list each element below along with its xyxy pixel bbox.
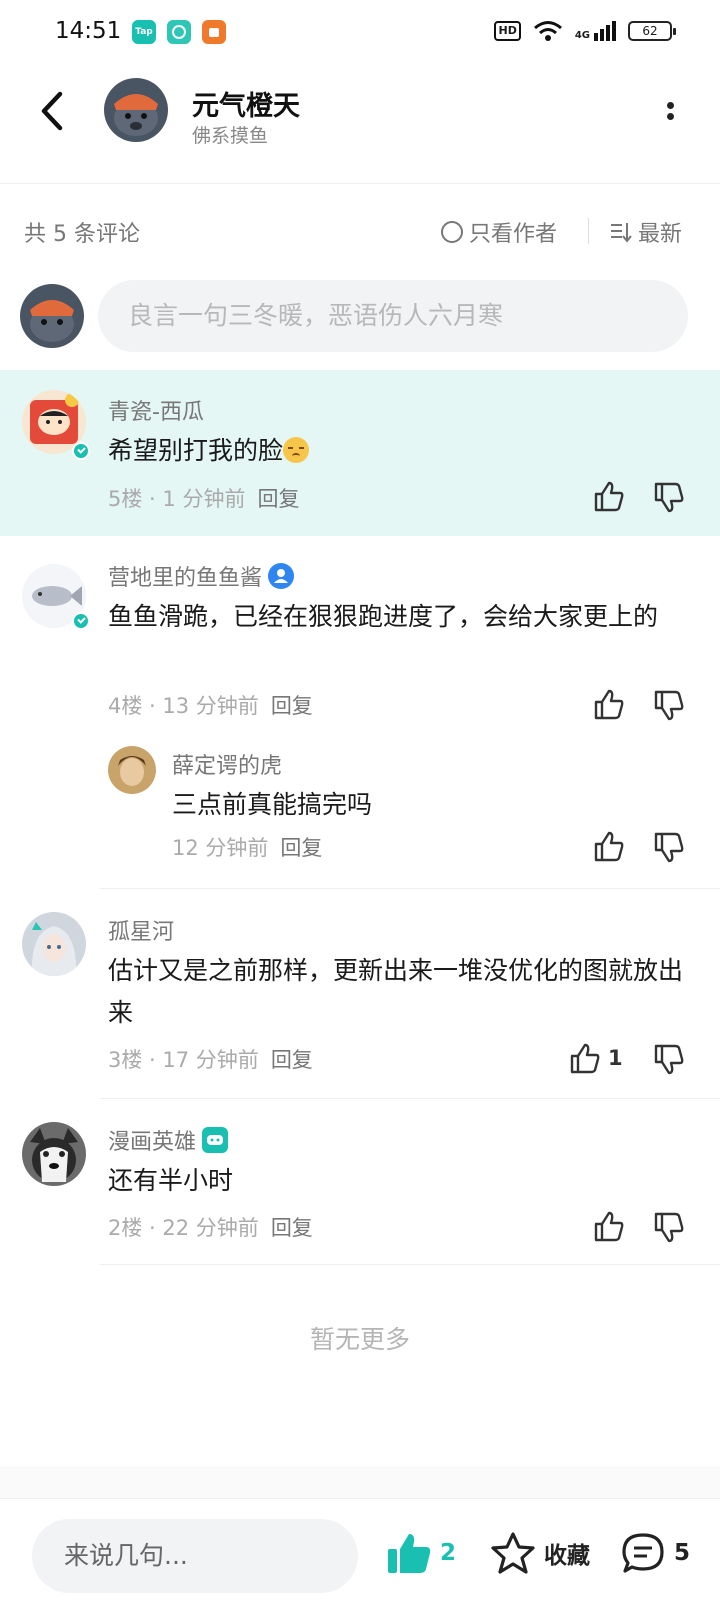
sort-label: 最新 — [638, 222, 683, 247]
author-only-toggle[interactable]: 只看作者 — [441, 216, 557, 248]
dislike-icon[interactable] — [652, 688, 686, 722]
sort-toggle[interactable]: 最新 — [610, 216, 682, 248]
dislike-icon[interactable] — [652, 1210, 686, 1244]
comment-text: 鱼鱼滑跪，已经在狠狠跑进度了，会给大家更上的 — [108, 602, 659, 631]
comment-item: 营地里的鱼鱼酱 鱼鱼滑跪，已经在狠狠跑进度了，会给大家更上的 4楼 · 13 分… — [0, 536, 720, 890]
author-only-label: 只看作者 — [469, 222, 558, 247]
commenter-name[interactable]: 营地里的鱼鱼酱 — [108, 560, 295, 592]
my-avatar — [20, 284, 84, 348]
reply-text: 三点前真能搞完吗 — [172, 790, 373, 819]
commenter-name[interactable]: 青瓷-西瓜 — [108, 394, 204, 426]
comment-filter-bar: 共 5 条评论 只看作者 最新 — [0, 212, 720, 252]
favorite-button[interactable]: 收藏 — [490, 1531, 590, 1575]
replier-name[interactable]: 薛定谔的虎 — [172, 748, 282, 780]
favorite-label: 收藏 — [544, 1543, 590, 1569]
like-icon[interactable] — [568, 1042, 602, 1076]
back-arrow-icon[interactable] — [34, 88, 74, 134]
status-bar: 14:51 Tap HD 4G 62 — [0, 0, 720, 66]
verified-badge-icon — [72, 612, 90, 630]
dislike-icon[interactable] — [652, 830, 686, 864]
commenter-avatar[interactable] — [22, 1122, 86, 1186]
comment-input[interactable]: 良言一句三冬暖，恶语伤人六月寒 — [98, 280, 688, 352]
verified-badge-icon — [72, 442, 90, 460]
official-badge-icon — [268, 563, 295, 589]
post-like-count: 2 — [440, 1540, 457, 1566]
comment-count: 共 5 条评论 — [24, 222, 140, 247]
reply-meta: 12 分钟前 回复 — [172, 836, 323, 860]
status-time: 14:51 — [55, 18, 122, 44]
comment-item: 漫画英雄 还有半小时 2楼 · 22 分钟前 回复 — [0, 1100, 720, 1266]
taptap-app-icon: Tap — [132, 20, 156, 44]
post-header: 元气橙天 佛系摸鱼 — [0, 66, 720, 184]
bottom-action-bar: 来说几句... 2 收藏 5 — [0, 1498, 720, 1612]
reply-button[interactable]: 回复 — [271, 1216, 313, 1240]
like-icon[interactable] — [592, 1210, 626, 1244]
bottom-comment-input[interactable]: 来说几句... — [32, 1519, 358, 1593]
commenter-avatar[interactable] — [22, 912, 86, 976]
comment-meta: 5楼 · 1 分钟前 回复 — [108, 487, 300, 511]
comment-bubble-icon — [622, 1533, 664, 1573]
like-icon[interactable] — [592, 480, 626, 514]
bottom-separator — [0, 1466, 720, 1498]
game-app-icon — [202, 20, 226, 44]
radio-circle-icon — [441, 221, 463, 243]
commenter-name[interactable]: 孤星河 — [108, 914, 174, 946]
hd-indicator: HD — [494, 21, 521, 41]
author-avatar[interactable] — [104, 78, 168, 142]
reply-button[interactable]: 回复 — [271, 1048, 313, 1072]
sad-emoji-icon — [283, 437, 310, 463]
dislike-icon[interactable] — [652, 1042, 686, 1076]
comment-text: 还有半小时 — [108, 1166, 234, 1195]
no-more-label: 暂无更多 — [309, 1325, 410, 1354]
reply-avatar[interactable] — [108, 746, 156, 794]
author-subtitle: 佛系摸鱼 — [192, 125, 269, 147]
like-icon[interactable] — [592, 830, 626, 864]
like-post-button[interactable]: 2 — [386, 1531, 456, 1575]
comment-meta: 2楼 · 22 分钟前 回复 — [108, 1216, 313, 1240]
battery-indicator: 62 — [628, 21, 676, 41]
wifi-icon — [533, 21, 562, 41]
game-badge-icon — [202, 1127, 229, 1153]
reply-button[interactable]: 回复 — [257, 487, 299, 511]
comment-text: 希望别打我的脸 — [108, 430, 688, 472]
sort-icon — [611, 223, 632, 243]
reply-button[interactable]: 回复 — [280, 836, 322, 860]
comment-divider — [100, 888, 720, 889]
comment-item: 孤星河 估计又是之前那样，更新出来一堆没优化的图就放出来 3楼 · 17 分钟前… — [0, 890, 720, 1100]
chat-app-icon — [167, 20, 191, 44]
reply-button[interactable]: 回复 — [271, 694, 313, 718]
filter-divider — [588, 218, 589, 244]
star-icon — [491, 1532, 535, 1574]
more-options-icon[interactable] — [660, 98, 680, 128]
comment-divider — [100, 1264, 720, 1265]
like-icon[interactable] — [592, 688, 626, 722]
comment-item: 青瓷-西瓜 希望别打我的脸 5楼 · 1 分钟前 回复 — [0, 370, 720, 536]
comment-divider — [100, 1098, 720, 1099]
commenter-name[interactable]: 漫画英雄 — [108, 1124, 229, 1156]
thumbs-up-filled-icon — [388, 1534, 431, 1573]
comment-meta: 3楼 · 17 分钟前 回复 — [108, 1048, 313, 1072]
like-count: 1 — [608, 1046, 623, 1070]
signal-icon: 4G — [575, 21, 616, 41]
comments-button[interactable]: 5 — [620, 1531, 690, 1575]
comment-meta: 4楼 · 13 分钟前 回复 — [108, 694, 313, 718]
comment-total: 5 — [674, 1540, 691, 1566]
author-name: 元气橙天 — [192, 91, 300, 122]
dislike-icon[interactable] — [652, 480, 686, 514]
comment-text: 估计又是之前那样，更新出来一堆没优化的图就放出来 — [108, 956, 684, 1027]
